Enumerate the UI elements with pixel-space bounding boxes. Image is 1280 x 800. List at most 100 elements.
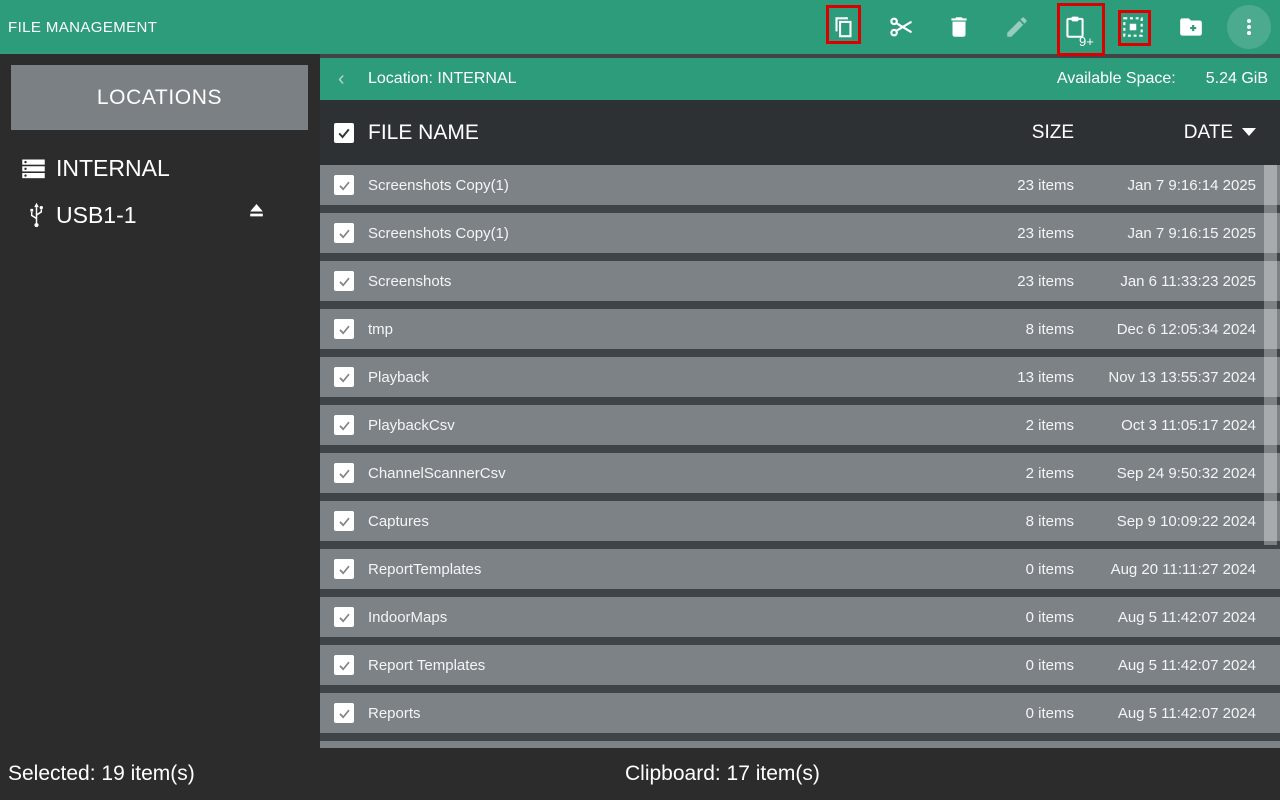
- file-name: Screenshots Copy(1): [368, 225, 964, 242]
- file-size: 23 items: [964, 225, 1074, 242]
- available-space: Available Space: 5.24 GiB: [1057, 70, 1280, 88]
- row-checkbox[interactable]: [334, 607, 354, 627]
- toolbar: 9+: [814, 5, 1278, 49]
- row-checkbox[interactable]: [334, 511, 354, 531]
- locations-header: LOCATIONS: [11, 65, 308, 130]
- row-checkbox[interactable]: [334, 703, 354, 723]
- scrollbar-thumb[interactable]: [1264, 165, 1277, 545]
- file-row[interactable]: ReportTemplates 0 items Aug 20 11:11:27 …: [320, 549, 1280, 589]
- sidebar-item-internal[interactable]: INTERNAL: [0, 148, 320, 188]
- row-checkbox[interactable]: [334, 655, 354, 675]
- storage-icon: [20, 155, 47, 182]
- cut-button[interactable]: [872, 5, 930, 49]
- row-checkbox[interactable]: [334, 223, 354, 243]
- file-size: 23 items: [964, 273, 1074, 290]
- column-header-size[interactable]: SIZE: [964, 122, 1074, 144]
- file-date: Sep 24 9:50:32 2024: [1074, 465, 1280, 482]
- select-all-button[interactable]: [1104, 5, 1162, 49]
- file-row[interactable]: Captures 8 items Sep 9 10:09:22 2024: [320, 501, 1280, 541]
- pencil-icon: [1004, 14, 1030, 40]
- folder-plus-icon: [1178, 14, 1204, 40]
- file-name: Playback: [368, 369, 964, 386]
- location-bar: ‹ Location: INTERNAL Available Space: 5.…: [320, 58, 1280, 100]
- file-row[interactable]: PlaybackCsv 2 items Oct 3 11:05:17 2024: [320, 405, 1280, 445]
- row-checkbox[interactable]: [334, 175, 354, 195]
- file-name: ChannelScannerCsv: [368, 465, 964, 482]
- status-bar: Selected: 19 item(s) Clipboard: 17 item(…: [0, 748, 1280, 800]
- sidebar-item-usb1-1[interactable]: USB1-1: [0, 194, 320, 236]
- file-row[interactable]: Playback 13 items Nov 13 13:55:37 2024: [320, 357, 1280, 397]
- file-row[interactable]: Report Templates 0 items Aug 5 11:42:07 …: [320, 645, 1280, 685]
- usb-icon: [26, 200, 47, 230]
- file-name: Screenshots Copy(1): [368, 177, 964, 194]
- file-name: Report Templates: [368, 657, 964, 674]
- column-header-date[interactable]: DATE: [1074, 122, 1280, 144]
- file-name: tmp: [368, 321, 964, 338]
- file-row[interactable]: Screenshots Copy(1) 23 items Jan 7 9:16:…: [320, 165, 1280, 205]
- file-date: Jan 7 9:16:15 2025: [1074, 225, 1280, 242]
- file-date: Sep 9 10:09:22 2024: [1074, 513, 1280, 530]
- locations-sidebar: LOCATIONS INTERNAL USB1-1: [0, 54, 320, 800]
- file-size: 13 items: [964, 369, 1074, 386]
- clipboard-count-label: Clipboard: 17 item(s): [625, 748, 820, 800]
- app-bar: FILE MANAGEMENT: [0, 0, 1280, 54]
- file-date: Dec 6 12:05:34 2024: [1074, 321, 1280, 338]
- file-size: 2 items: [964, 417, 1074, 434]
- file-row[interactable]: ChannelScannerCsv 2 items Sep 24 9:50:32…: [320, 453, 1280, 493]
- paste-button[interactable]: 9+: [1046, 5, 1104, 49]
- file-date: Jan 7 9:16:14 2025: [1074, 177, 1280, 194]
- file-size: 8 items: [964, 513, 1074, 530]
- row-checkbox[interactable]: [334, 415, 354, 435]
- sort-descending-icon: [1242, 128, 1256, 136]
- file-row[interactable]: Screenshots 23 items Jan 6 11:33:23 2025: [320, 261, 1280, 301]
- file-row[interactable]: tmp 8 items Dec 6 12:05:34 2024: [320, 309, 1280, 349]
- delete-button[interactable]: [930, 5, 988, 49]
- file-date: Aug 5 11:42:07 2024: [1074, 657, 1280, 674]
- scissors-icon: [888, 14, 914, 40]
- file-row[interactable]: Reports 0 items Aug 5 11:42:07 2024: [320, 693, 1280, 733]
- current-location-label: Location: INTERNAL: [368, 70, 517, 88]
- new-folder-button[interactable]: [1162, 5, 1220, 49]
- file-size: 0 items: [964, 561, 1074, 578]
- eject-icon[interactable]: [246, 200, 267, 221]
- file-date: Aug 5 11:42:07 2024: [1074, 609, 1280, 626]
- file-size: 2 items: [964, 465, 1074, 482]
- file-size: 0 items: [964, 705, 1074, 722]
- back-chevron-icon[interactable]: ‹: [338, 69, 352, 89]
- file-management-screen: FILE MANAGEMENT: [0, 0, 1280, 800]
- select-all-icon: [1120, 14, 1146, 40]
- column-header-file-name[interactable]: FILE NAME: [368, 121, 964, 145]
- file-list: Screenshots Copy(1) 23 items Jan 7 9:16:…: [320, 165, 1280, 748]
- available-space-value: 5.24 GiB: [1206, 70, 1268, 88]
- ripple-circle: [1227, 5, 1271, 49]
- file-size: 0 items: [964, 609, 1074, 626]
- row-checkbox[interactable]: [334, 559, 354, 579]
- page-title: FILE MANAGEMENT: [8, 0, 157, 54]
- available-space-label: Available Space:: [1057, 70, 1176, 88]
- more-menu-button[interactable]: [1220, 5, 1278, 49]
- row-checkbox[interactable]: [334, 319, 354, 339]
- row-checkbox[interactable]: [334, 271, 354, 291]
- select-all-checkbox[interactable]: [334, 123, 354, 143]
- copy-icon: [830, 14, 856, 40]
- file-name: IndoorMaps: [368, 609, 964, 626]
- file-size: 23 items: [964, 177, 1074, 194]
- file-name: Screenshots: [368, 273, 964, 290]
- file-date: Aug 5 11:42:07 2024: [1074, 705, 1280, 722]
- copy-button[interactable]: [814, 5, 872, 49]
- file-row[interactable]: Screenshots Copy(1) 23 items Jan 7 9:16:…: [320, 213, 1280, 253]
- row-checkbox[interactable]: [334, 367, 354, 387]
- more-vert-icon: [1237, 15, 1261, 39]
- file-name: PlaybackCsv: [368, 417, 964, 434]
- row-checkbox[interactable]: [334, 463, 354, 483]
- file-name: Reports: [368, 705, 964, 722]
- file-date: Jan 6 11:33:23 2025: [1074, 273, 1280, 290]
- paste-count-badge: 9+: [1079, 34, 1094, 49]
- rename-button[interactable]: [988, 5, 1046, 49]
- file-row[interactable]: IndoorMaps 0 items Aug 5 11:42:07 2024: [320, 597, 1280, 637]
- file-date: Oct 3 11:05:17 2024: [1074, 417, 1280, 434]
- file-name: ReportTemplates: [368, 561, 964, 578]
- table-header: FILE NAME SIZE DATE: [320, 100, 1280, 165]
- trash-icon: [946, 14, 972, 40]
- file-row-partial[interactable]: [320, 741, 1280, 748]
